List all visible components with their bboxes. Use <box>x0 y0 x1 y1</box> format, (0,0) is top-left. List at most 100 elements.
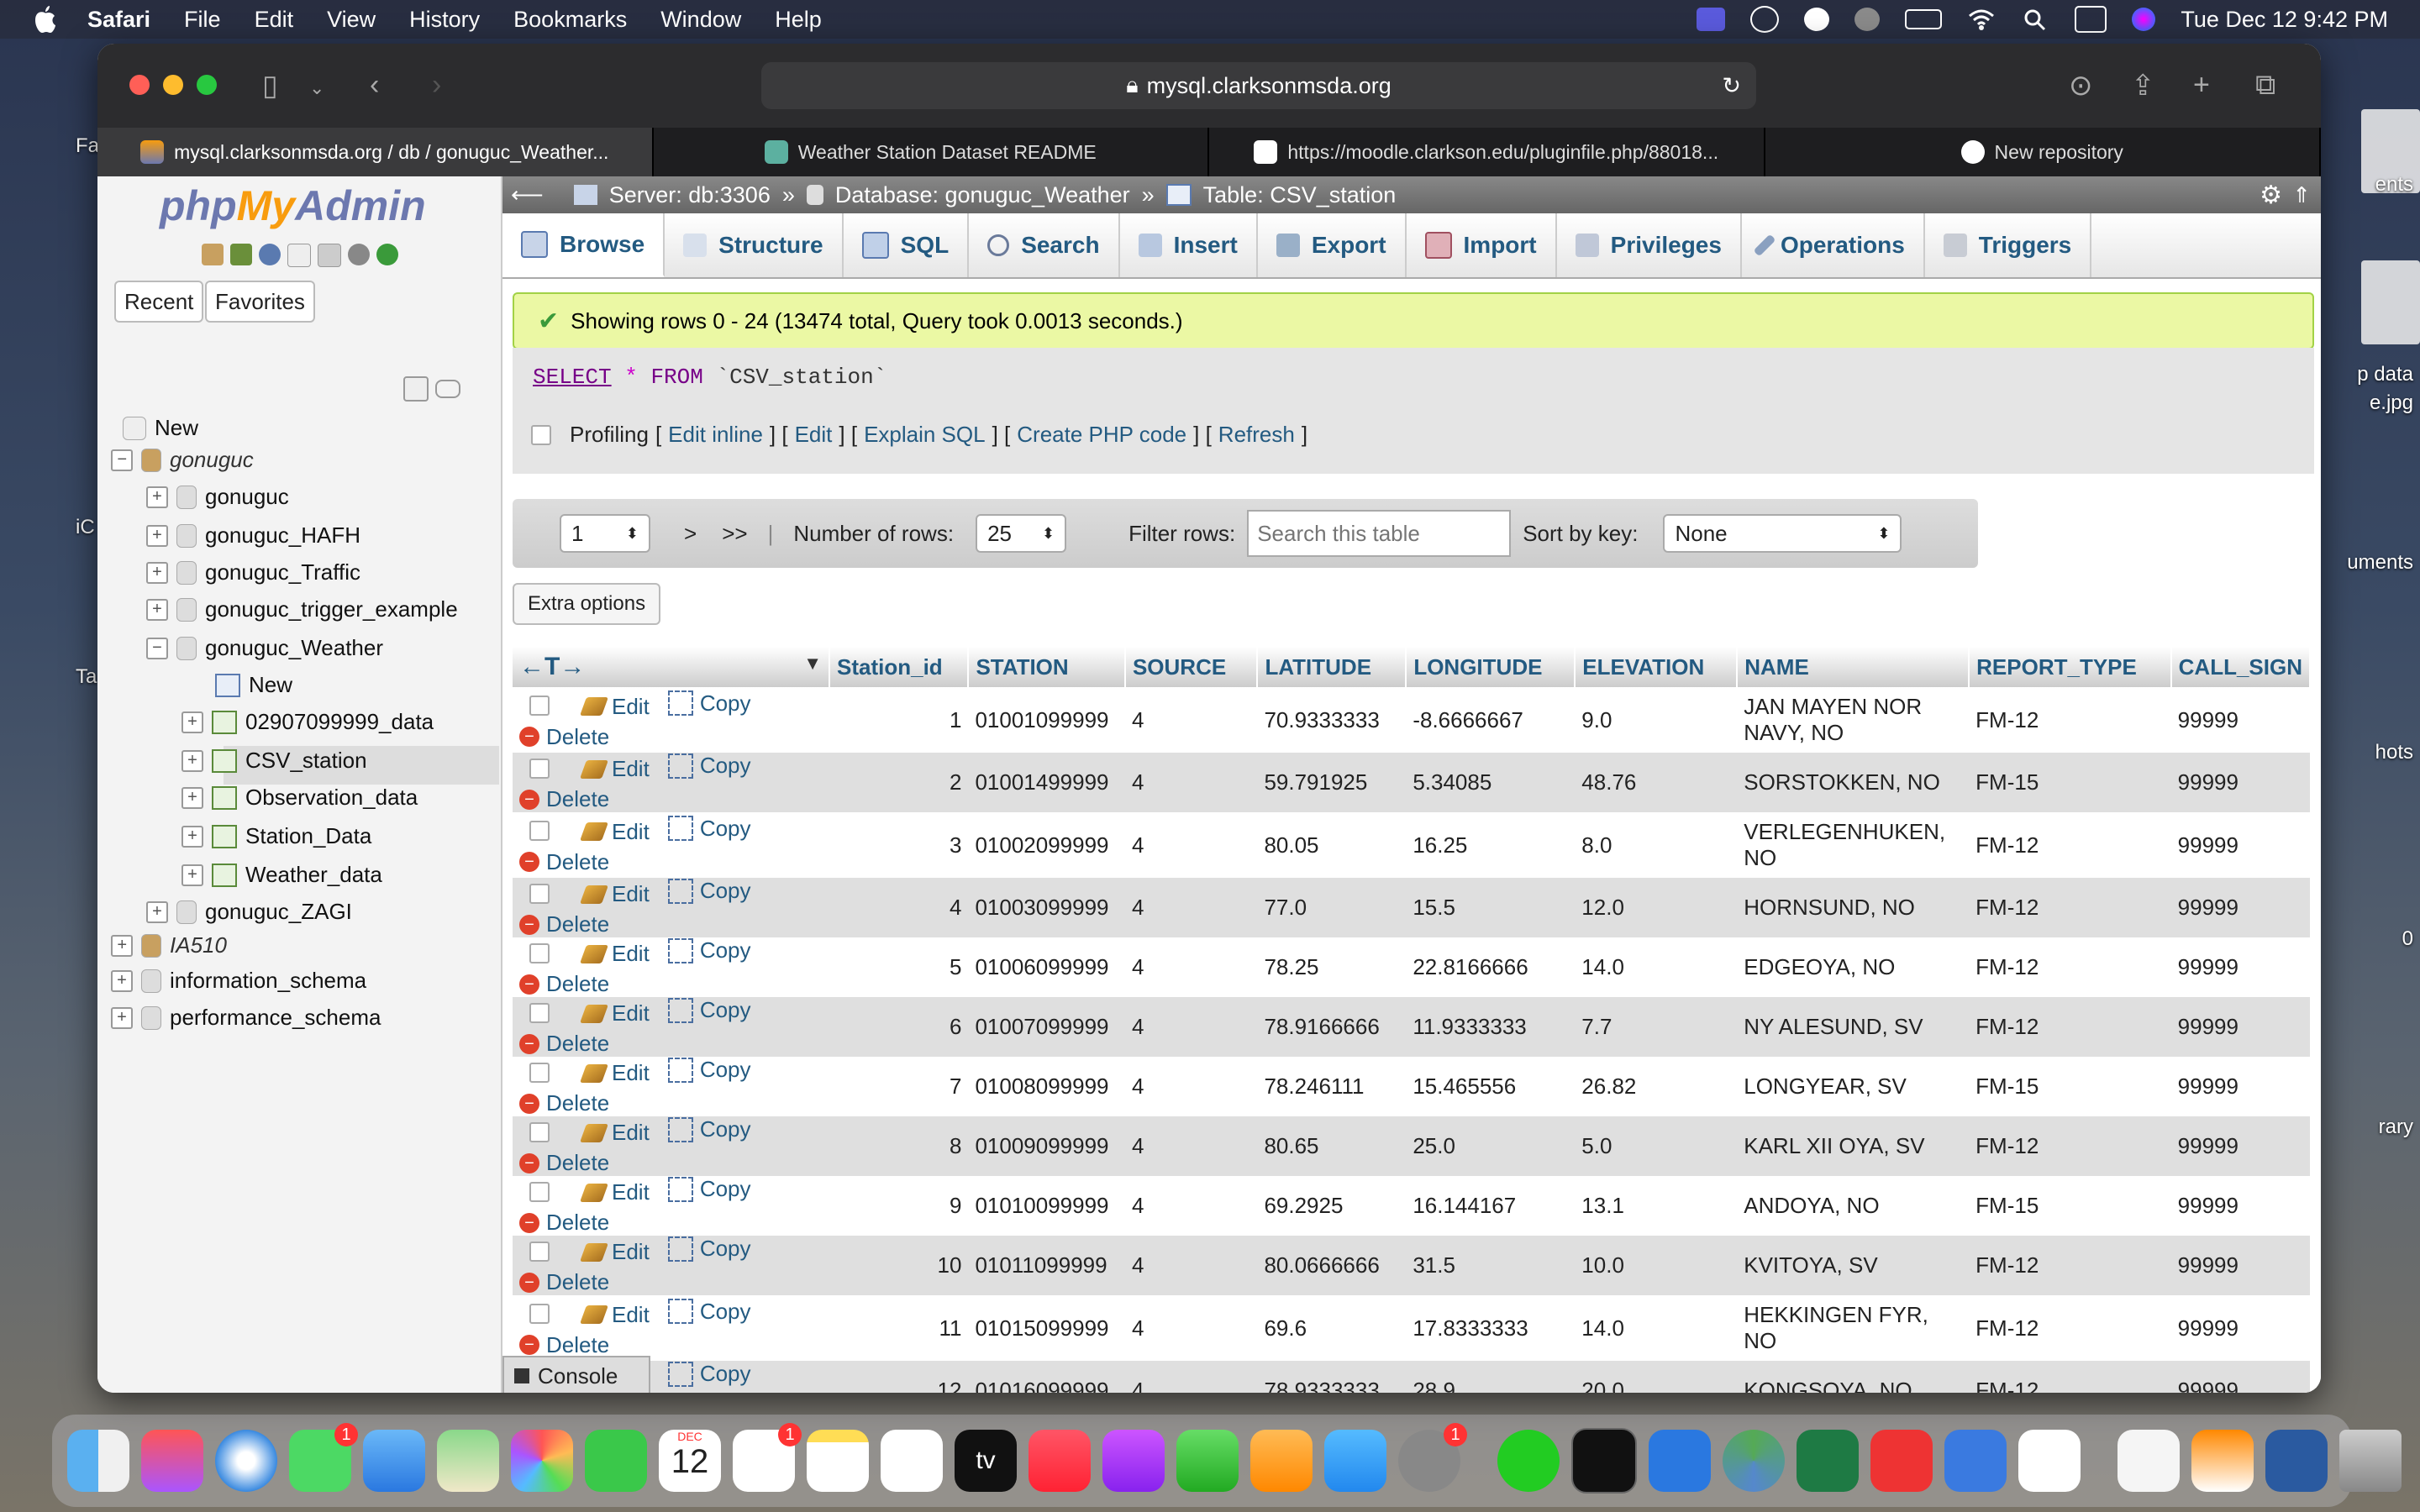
docs-icon[interactable] <box>287 244 311 267</box>
menu-file[interactable]: File <box>184 7 221 33</box>
tree-db-trigger-example[interactable]: + gonuguc_trigger_example <box>146 596 458 622</box>
tree-table-02907099999-data[interactable]: +02907099999_data <box>182 709 434 735</box>
copy-row-button[interactable]: Copy <box>667 997 751 1023</box>
menu-app-name[interactable]: Safari <box>87 7 150 33</box>
row-checkbox[interactable] <box>529 1241 550 1262</box>
cell-source[interactable]: 4 <box>1124 878 1258 937</box>
downloads-stack-icon[interactable] <box>2265 1430 2328 1492</box>
copy-row-button[interactable]: Copy <box>667 753 751 779</box>
copy-row-button[interactable]: Copy <box>667 1116 751 1142</box>
cell-call-sign[interactable]: 99999 <box>2170 937 2310 997</box>
create-php-code-link[interactable]: Create PHP code <box>1017 422 1186 448</box>
cell-name[interactable]: HORNSUND, NO <box>1737 878 1970 937</box>
copy-row-button[interactable]: Copy <box>667 878 751 904</box>
cell-elevation[interactable]: 14.0 <box>1575 1295 1738 1361</box>
cell-elevation[interactable]: 48.76 <box>1575 753 1738 812</box>
column-header-longitude[interactable]: LONGITUDE <box>1406 647 1576 687</box>
menu-bookmarks[interactable]: Bookmarks <box>513 7 627 33</box>
cell-longitude[interactable]: 17.8333333 <box>1406 1295 1576 1361</box>
gear-icon[interactable] <box>348 244 370 265</box>
mail-icon[interactable] <box>363 1430 425 1492</box>
tab-privileges[interactable]: Privileges <box>1557 213 1742 277</box>
row-checkbox[interactable] <box>529 1181 550 1202</box>
tab-browse[interactable]: Browse <box>502 213 666 277</box>
cell-station-id[interactable]: 4 <box>829 878 969 937</box>
edit-row-button[interactable]: Edit <box>579 1302 650 1328</box>
music-icon[interactable] <box>1028 1430 1091 1492</box>
calendar-icon[interactable]: DEC 12 <box>659 1430 721 1492</box>
edit-row-button[interactable]: Edit <box>579 1179 650 1205</box>
tab-overview-icon[interactable]: ⧉ <box>2255 69 2275 102</box>
cell-elevation[interactable]: 20.0 <box>1575 1361 1738 1393</box>
expand-icon[interactable]: + <box>111 1006 133 1029</box>
cell-station-id[interactable]: 6 <box>829 997 969 1057</box>
cell-station-id[interactable]: 12 <box>829 1361 969 1393</box>
close-window-button[interactable] <box>129 75 150 95</box>
edit-row-button[interactable]: Edit <box>579 1060 650 1086</box>
gear-icon[interactable]: ⚙ <box>2260 181 2282 210</box>
copy-row-button[interactable]: Copy <box>667 690 751 717</box>
tree-db-gonuguc-group[interactable]: − gonuguc <box>111 447 254 473</box>
cell-report-type[interactable]: FM-12 <box>1969 1295 2171 1361</box>
trash-icon[interactable] <box>2339 1430 2402 1492</box>
launchpad-icon[interactable] <box>141 1430 203 1492</box>
row-checkbox[interactable] <box>529 1304 550 1324</box>
tree-table-observation-data[interactable]: + Observation_data <box>182 785 418 811</box>
cell-latitude[interactable]: 80.0666666 <box>1257 1236 1407 1295</box>
pages-icon[interactable] <box>1250 1430 1313 1492</box>
cell-source[interactable]: 4 <box>1124 1295 1258 1361</box>
collapse-all-icon[interactable] <box>403 376 429 402</box>
cell-latitude[interactable]: 78.9166666 <box>1257 997 1407 1057</box>
menu-edit[interactable]: Edit <box>255 7 294 33</box>
edit-query-link[interactable]: Edit <box>795 422 833 448</box>
delete-row-button[interactable]: − Delete <box>519 1031 609 1057</box>
copy-row-button[interactable]: Copy <box>667 1361 751 1387</box>
download-icon[interactable]: ⊙ <box>2069 69 2093 102</box>
cell-elevation[interactable]: 14.0 <box>1575 937 1738 997</box>
row-checkbox[interactable] <box>529 696 550 716</box>
cell-longitude[interactable]: 31.5 <box>1406 1236 1576 1295</box>
expand-icon[interactable]: + <box>146 900 168 923</box>
cell-name[interactable]: ANDOYA, NO <box>1737 1176 1970 1236</box>
tab-import[interactable]: Import <box>1407 213 1557 277</box>
cell-station[interactable]: 01010099999 <box>968 1176 1125 1236</box>
reminders-icon[interactable]: 1 <box>733 1423 802 1492</box>
column-header-source[interactable]: SOURCE <box>1124 647 1259 687</box>
facetime-icon[interactable] <box>585 1430 647 1492</box>
cell-source[interactable]: 4 <box>1124 1116 1258 1176</box>
cell-station[interactable]: 01002099999 <box>968 812 1125 878</box>
delete-row-button[interactable]: − Delete <box>519 971 609 997</box>
cell-latitude[interactable]: 78.246111 <box>1257 1057 1407 1116</box>
breadcrumb-server[interactable]: Server: db:3306 <box>609 182 771 208</box>
cell-elevation[interactable]: 10.0 <box>1575 1236 1738 1295</box>
link-icon[interactable] <box>435 380 460 398</box>
app-store-icon[interactable] <box>1324 1430 1386 1492</box>
cell-report-type[interactable]: FM-12 <box>1969 687 2171 753</box>
tree-db-zagi[interactable]: + gonuguc_ZAGI <box>146 899 352 925</box>
messages-icon[interactable]: 1 <box>289 1423 358 1492</box>
cell-longitude[interactable]: 15.465556 <box>1406 1057 1576 1116</box>
cell-station[interactable]: 01001499999 <box>968 753 1125 812</box>
edit-inline-link[interactable]: Edit inline <box>668 422 763 448</box>
xcode-icon[interactable] <box>1944 1430 2007 1492</box>
sidebar-toggle-icon[interactable]: ▯ <box>262 69 278 102</box>
delete-row-button[interactable]: − Delete <box>519 786 609 812</box>
cell-elevation[interactable]: 9.0 <box>1575 687 1738 753</box>
cell-longitude[interactable]: 5.34085 <box>1406 753 1576 812</box>
cell-report-type[interactable]: FM-12 <box>1969 997 2171 1057</box>
cell-longitude[interactable]: -8.6666667 <box>1406 687 1576 753</box>
row-checkbox[interactable] <box>529 1121 550 1142</box>
tab-sql[interactable]: SQL <box>844 213 970 277</box>
expand-icon[interactable]: + <box>182 786 203 809</box>
cell-elevation[interactable]: 8.0 <box>1575 812 1738 878</box>
cell-station[interactable]: 01009099999 <box>968 1116 1125 1176</box>
cell-source[interactable]: 4 <box>1124 1361 1258 1393</box>
cell-station-id[interactable]: 9 <box>829 1176 969 1236</box>
expand-icon[interactable]: + <box>146 524 168 547</box>
cell-report-type[interactable]: FM-12 <box>1969 937 2171 997</box>
cell-report-type[interactable]: FM-12 <box>1969 1361 2171 1393</box>
cell-report-type[interactable]: FM-15 <box>1969 1057 2171 1116</box>
tree-new-database[interactable]: New <box>123 415 198 441</box>
cell-station[interactable]: 01003099999 <box>968 878 1125 937</box>
cell-name[interactable]: KARL XII OYA, SV <box>1737 1116 1970 1176</box>
